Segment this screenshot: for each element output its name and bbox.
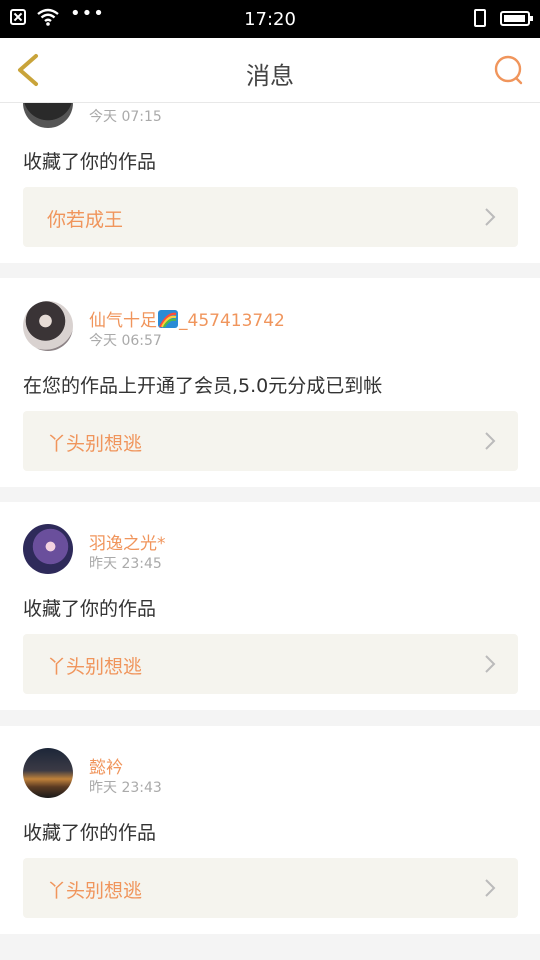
rainbow-emoji-icon: [158, 310, 178, 328]
battery-icon: [500, 10, 533, 26]
message-text: 收藏了你的作品: [23, 151, 157, 173]
message-text: 在您的作品上开通了会员,5.0元分成已到帐: [23, 375, 383, 397]
user-name[interactable]: 羽逸之光*: [89, 529, 166, 554]
search-icon: [494, 55, 523, 85]
user-name[interactable]: 懿衿: [89, 753, 123, 778]
work-title: 丫头别想逃: [47, 433, 143, 455]
message-card: 今天 07:15 收藏了你的作品 你若成王: [0, 103, 540, 263]
work-link[interactable]: 丫头别想逃: [23, 411, 518, 471]
message-time: 今天 07:15: [89, 109, 162, 125]
search-button[interactable]: [488, 52, 528, 88]
message-time: 昨天 23:45: [89, 556, 162, 572]
work-link[interactable]: 丫头别想逃: [23, 634, 518, 694]
status-time: 17:20: [244, 9, 296, 30]
status-bar: ••• 17:20: [0, 0, 540, 38]
chevron-right-icon: [485, 879, 496, 897]
page-title: 消息: [246, 62, 294, 90]
avatar[interactable]: [23, 103, 73, 128]
title-bar: 消息: [0, 38, 540, 103]
message-card: 懿衿 昨天 23:43 收藏了你的作品 丫头别想逃: [0, 726, 540, 934]
work-title: 丫头别想逃: [47, 656, 143, 678]
chevron-right-icon: [485, 432, 496, 450]
user-name[interactable]: 仙气十足 _457413742: [89, 306, 285, 331]
chevron-right-icon: [485, 208, 496, 226]
message-card: 仙气十足 _457413742 今天 06:57 在您的作品上开通了会员,5.0…: [0, 278, 540, 487]
work-link[interactable]: 丫头别想逃: [23, 858, 518, 918]
message-card: 羽逸之光* 昨天 23:45 收藏了你的作品 丫头别想逃: [0, 502, 540, 710]
vibrate-phone-icon: [474, 9, 486, 27]
work-title: 你若成王: [47, 209, 124, 231]
work-link[interactable]: 你若成王: [23, 187, 518, 247]
message-feed[interactable]: 今天 07:15 收藏了你的作品 你若成王 仙气十足 _457413742 今天…: [0, 103, 540, 960]
chevron-right-icon: [485, 655, 496, 673]
message-time: 昨天 23:43: [89, 780, 162, 796]
message-time: 今天 06:57: [89, 333, 162, 349]
avatar[interactable]: [23, 301, 73, 351]
status-right-icons: [474, 9, 533, 27]
work-title: 丫头别想逃: [47, 880, 143, 902]
message-text: 收藏了你的作品: [23, 598, 157, 620]
avatar[interactable]: [23, 524, 73, 574]
message-text: 收藏了你的作品: [23, 822, 157, 844]
avatar[interactable]: [23, 748, 73, 798]
